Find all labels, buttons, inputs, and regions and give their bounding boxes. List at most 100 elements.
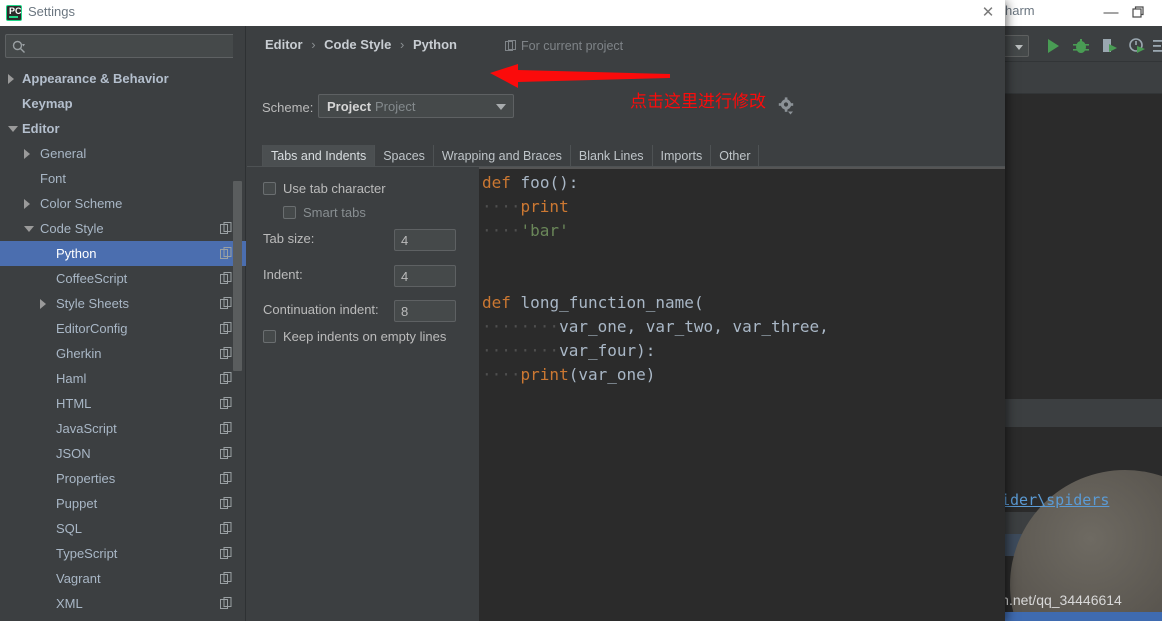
sidebar-item-puppet[interactable]: Puppet bbox=[0, 491, 246, 516]
annotation-text: 点击这里进行修改 bbox=[630, 92, 766, 112]
tab-size-input[interactable] bbox=[394, 229, 456, 251]
ide-tab-strip bbox=[1000, 62, 1162, 94]
continuation-indent-input[interactable] bbox=[394, 300, 456, 322]
sidebar-item-appearance-behavior[interactable]: Appearance & Behavior bbox=[0, 66, 246, 91]
ide-panel-divider-1 bbox=[1000, 399, 1162, 427]
copy-settings-icon[interactable] bbox=[220, 347, 232, 359]
breadcrumb-editor[interactable]: Editor bbox=[265, 37, 303, 52]
sidebar-item-sql[interactable]: SQL bbox=[0, 516, 246, 541]
copy-settings-icon[interactable] bbox=[220, 372, 232, 384]
keep-indents-checkbox[interactable] bbox=[263, 330, 276, 343]
use-tab-character-checkbox[interactable] bbox=[263, 182, 276, 195]
sidebar-item-general[interactable]: General bbox=[0, 141, 246, 166]
keep-indents-label: Keep indents on empty lines bbox=[283, 329, 447, 344]
sidebar-item-editor[interactable]: Editor bbox=[0, 116, 246, 141]
settings-tab-bar: Tabs and Indents Spaces Wrapping and Brace… bbox=[262, 145, 760, 167]
search-input[interactable] bbox=[32, 35, 232, 57]
use-tab-character-row[interactable]: Use tab character bbox=[263, 181, 386, 196]
copy-settings-icon[interactable] bbox=[220, 222, 232, 234]
breadcrumb-python[interactable]: Python bbox=[413, 37, 457, 52]
sidebar-item-font[interactable]: Font bbox=[0, 166, 246, 191]
copy-settings-icon[interactable] bbox=[220, 497, 232, 509]
sidebar-item-style-sheets[interactable]: Style Sheets bbox=[0, 291, 246, 316]
smart-tabs-checkbox[interactable] bbox=[283, 206, 296, 219]
sidebar-item-color-scheme[interactable]: Color Scheme bbox=[0, 191, 246, 216]
copy-settings-icon[interactable] bbox=[220, 597, 232, 609]
sidebar-item-javascript[interactable]: JavaScript bbox=[0, 416, 246, 441]
tab-spaces[interactable]: Spaces bbox=[375, 145, 434, 167]
code-token: def bbox=[482, 293, 511, 312]
sidebar-item-coffeescript[interactable]: CoffeeScript bbox=[0, 266, 246, 291]
code-preview-panel[interactable]: def foo(): ····print ····'bar' def long_fu… bbox=[479, 167, 1005, 621]
dialog-title: Settings bbox=[28, 4, 75, 19]
code-token: var_one, var_two, var_three, bbox=[559, 317, 829, 336]
chevron-right-icon[interactable] bbox=[8, 74, 14, 84]
copy-settings-icon[interactable] bbox=[220, 422, 232, 434]
sidebar-item-gherkin[interactable]: Gherkin bbox=[0, 341, 246, 366]
copy-settings-icon[interactable] bbox=[220, 472, 232, 484]
code-token: long_function_name( bbox=[520, 293, 704, 312]
sidebar-item-xml[interactable]: XML bbox=[0, 591, 246, 616]
chevron-right-icon[interactable] bbox=[40, 299, 46, 309]
copy-settings-icon[interactable] bbox=[220, 272, 232, 284]
profile-icon[interactable] bbox=[1128, 37, 1146, 55]
ide-minimize-button[interactable]: — bbox=[1096, 2, 1126, 24]
tab-imports[interactable]: Imports bbox=[652, 145, 712, 167]
sidebar-item-json[interactable]: JSON bbox=[0, 441, 246, 466]
indent-input[interactable] bbox=[394, 265, 456, 287]
copy-settings-icon[interactable] bbox=[220, 447, 232, 459]
tab-other[interactable]: Other bbox=[711, 145, 760, 167]
coverage-icon[interactable] bbox=[1100, 37, 1118, 55]
sidebar-scrollbar-thumb[interactable] bbox=[233, 181, 242, 371]
tab-blank-lines[interactable]: Blank Lines bbox=[570, 145, 653, 167]
tab-wrapping-and-braces[interactable]: Wrapping and Braces bbox=[433, 145, 571, 167]
keep-indents-row[interactable]: Keep indents on empty lines bbox=[263, 329, 446, 344]
chevron-down-icon[interactable] bbox=[8, 126, 18, 132]
copy-settings-icon[interactable] bbox=[220, 322, 232, 334]
copy-settings-icon[interactable] bbox=[220, 572, 232, 584]
chevron-right-icon[interactable] bbox=[24, 199, 30, 209]
close-icon[interactable]: ✕ bbox=[978, 4, 998, 22]
gear-icon[interactable] bbox=[777, 96, 797, 116]
for-current-project-text: For current project bbox=[521, 39, 624, 53]
sidebar-item-code-style[interactable]: Code Style bbox=[0, 216, 246, 241]
tabs-and-indents-options: Use tab character Smart tabs Tab size: I… bbox=[247, 167, 479, 621]
breadcrumb-code-style[interactable]: Code Style bbox=[324, 37, 391, 52]
sidebar-item-label: Properties bbox=[56, 471, 116, 486]
sidebar-item-label: Vagrant bbox=[56, 571, 101, 586]
scheme-label: Scheme: bbox=[262, 100, 314, 115]
tab-tabs-and-indents[interactable]: Tabs and Indents bbox=[262, 145, 376, 167]
sidebar-item-label: Font bbox=[40, 171, 67, 186]
run-with-icon[interactable] bbox=[1152, 37, 1162, 55]
search-icon bbox=[12, 40, 25, 53]
sidebar-item-html[interactable]: HTML bbox=[0, 391, 246, 416]
preview-scrollbar[interactable] bbox=[479, 167, 1005, 169]
sidebar-item-properties[interactable]: Properties bbox=[0, 466, 246, 491]
sidebar-item-label: JSON bbox=[56, 446, 91, 461]
chevron-down-icon[interactable] bbox=[24, 226, 34, 232]
run-icon[interactable] bbox=[1044, 37, 1062, 55]
copy-settings-icon[interactable] bbox=[220, 547, 232, 559]
debug-icon[interactable] bbox=[1072, 37, 1090, 55]
copy-settings-icon[interactable] bbox=[220, 522, 232, 534]
copy-settings-icon[interactable] bbox=[220, 247, 232, 259]
sidebar-item-editorconfig[interactable]: EditorConfig bbox=[0, 316, 246, 341]
sidebar-item-vagrant[interactable]: Vagrant bbox=[0, 566, 246, 591]
sidebar-item-typescript[interactable]: TypeScript bbox=[0, 541, 246, 566]
smart-tabs-row[interactable]: Smart tabs bbox=[283, 205, 366, 220]
copy-settings-icon[interactable] bbox=[220, 297, 232, 309]
sidebar-item-keymap[interactable]: Keymap bbox=[0, 91, 246, 116]
sidebar-item-python[interactable]: Python bbox=[0, 241, 246, 266]
chevron-right-icon[interactable] bbox=[24, 149, 30, 159]
search-box[interactable] bbox=[5, 34, 239, 58]
ide-restore-button[interactable] bbox=[1130, 4, 1148, 22]
ide-toolbar bbox=[1000, 30, 1162, 62]
sidebar-item-haml[interactable]: Haml bbox=[0, 366, 246, 391]
copy-settings-icon[interactable] bbox=[220, 397, 232, 409]
scheme-dropdown[interactable]: Project Project bbox=[318, 94, 514, 118]
code-token: def bbox=[482, 173, 511, 192]
ide-path-link[interactable]: ider\spiders bbox=[1001, 491, 1109, 509]
run-config-dropdown[interactable] bbox=[1001, 35, 1029, 57]
